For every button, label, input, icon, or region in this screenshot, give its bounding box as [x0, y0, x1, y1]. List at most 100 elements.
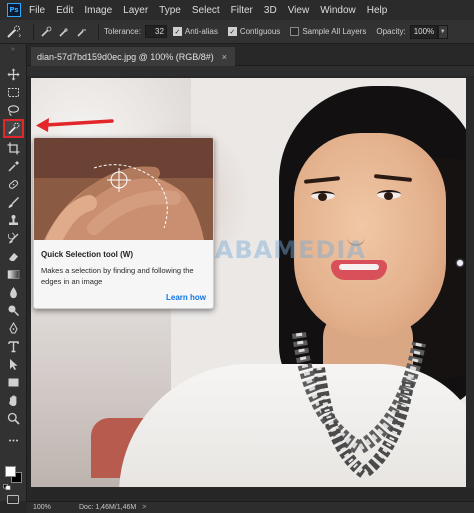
marquee-icon [8, 88, 19, 97]
document-tab-bar: dian-57d7bd159d0ec.jpg @ 100% (RGB/8#) × [27, 44, 474, 66]
pen-tool[interactable] [4, 320, 23, 337]
tooltip-title: Quick Selection tool (W) [41, 250, 134, 259]
opacity-input[interactable]: 100% [409, 24, 438, 39]
menu-3d[interactable]: 3D [264, 5, 277, 16]
zoom-level-field[interactable]: 100% [27, 504, 71, 511]
divider [98, 23, 99, 40]
tooltip-description: Makes a selection by finding and followi… [41, 266, 194, 286]
marquee-tool[interactable] [4, 84, 23, 101]
canvas-top-gutter [27, 66, 474, 76]
document-tab-title: dian-57d7bd159d0ec.jpg @ 100% (RGB/8#) [37, 51, 214, 62]
type-icon [8, 341, 19, 353]
pen-icon [9, 322, 18, 334]
anti-alias-label: Anti-alias [184, 27, 218, 36]
photo-earring [457, 260, 463, 266]
document-tab[interactable]: dian-57d7bd159d0ec.jpg @ 100% (RGB/8#) × [31, 47, 236, 66]
close-icon[interactable]: × [222, 52, 227, 62]
menu-bar: Ps File Edit Image Layer Type Select Fil… [0, 0, 474, 20]
menu-select[interactable]: Select [192, 5, 220, 16]
hand-tool[interactable] [4, 392, 23, 409]
options-bar: Tolerance: 32 ✓ Anti-alias ✓ Contiguous … [0, 20, 474, 44]
eraser-icon [9, 253, 18, 261]
lasso-tool[interactable] [4, 102, 23, 119]
blur-tool[interactable] [4, 284, 23, 301]
opacity-label: Opacity: [376, 27, 406, 36]
status-menu-arrow-icon[interactable]: > [142, 504, 146, 511]
rectangle-icon [8, 378, 19, 387]
opacity-dropdown-icon[interactable]: ▼ [437, 24, 448, 39]
edit-toolbar-tool[interactable] [4, 432, 23, 449]
dodge-icon [8, 305, 20, 317]
gradient-tool[interactable] [4, 266, 23, 283]
panel-collapse-icon[interactable]: » [0, 44, 26, 58]
foreground-color-swatch[interactable] [5, 466, 16, 477]
lasso-icon [7, 105, 20, 116]
menu-type[interactable]: Type [159, 5, 181, 16]
hand-icon [9, 395, 17, 406]
gradient-icon [7, 270, 20, 279]
photoshop-logo-icon: Ps [7, 3, 21, 17]
menu-image[interactable]: Image [84, 5, 112, 16]
tolerance-input[interactable]: 32 [144, 25, 167, 38]
rectangle-tool[interactable] [4, 374, 23, 391]
divider [33, 23, 34, 40]
more-tools-icon [9, 439, 18, 442]
vertical-scrollbar[interactable] [466, 78, 474, 487]
horizontal-scrollbar[interactable] [31, 489, 474, 499]
tool-tooltip-card: Quick Selection tool (W) Makes a selecti… [33, 137, 214, 309]
history-brush-tool[interactable] [4, 230, 23, 247]
menu-layer[interactable]: Layer [123, 5, 148, 16]
healing-brush-icon [8, 180, 19, 189]
tooltip-preview-image [34, 138, 213, 240]
history-brush-icon [7, 232, 19, 244]
document-info: Doc: 1,46M/1,46M [79, 504, 137, 511]
move-tool[interactable] [4, 66, 23, 83]
type-tool[interactable] [4, 338, 23, 355]
eraser-tool[interactable] [4, 248, 23, 265]
contiguous-checkbox[interactable]: ✓ [227, 27, 237, 36]
menu-help[interactable]: Help [367, 5, 388, 16]
clone-stamp-icon [9, 215, 18, 225]
menu-filter[interactable]: Filter [231, 5, 253, 16]
anti-alias-option[interactable]: ✓ Anti-alias [172, 27, 218, 36]
quick-selection-icon [8, 122, 20, 135]
quick-mask-icon[interactable] [7, 495, 19, 504]
default-colors-icon[interactable] [3, 484, 11, 490]
learn-how-link[interactable]: Learn how [166, 293, 206, 302]
sample-all-layers-option[interactable]: Sample All Layers [290, 27, 366, 36]
status-bar: 100% Doc: 1,46M/1,46M > [27, 501, 474, 513]
quick-selection-icon [7, 25, 22, 38]
red-arrow-annotation [36, 118, 114, 132]
photo-teeth [339, 264, 379, 270]
quick-selection-tool[interactable] [3, 119, 24, 138]
crop-icon [7, 142, 20, 155]
hand-preview-illustration [34, 138, 213, 240]
path-selection-tool[interactable] [4, 356, 23, 373]
brush-icon [8, 197, 19, 208]
menu-file[interactable]: File [29, 5, 45, 16]
tools-panel: » [0, 44, 27, 504]
photo-left-eye [311, 191, 335, 201]
sample-all-layers-label: Sample All Layers [302, 27, 367, 36]
tolerance-label: Tolerance: [104, 27, 141, 36]
brush-tool[interactable] [4, 194, 23, 211]
dodge-tool[interactable] [4, 302, 23, 319]
menu-edit[interactable]: Edit [56, 5, 73, 16]
contiguous-option[interactable]: ✓ Contiguous [227, 27, 281, 36]
healing-brush-tool[interactable] [4, 176, 23, 193]
subtract-from-selection-icon[interactable] [75, 25, 89, 39]
contiguous-label: Contiguous [239, 27, 281, 36]
crop-tool[interactable] [4, 140, 23, 157]
new-selection-icon[interactable] [39, 25, 53, 39]
move-icon [7, 68, 20, 81]
clone-stamp-tool[interactable] [4, 212, 23, 229]
add-to-selection-icon[interactable] [57, 25, 71, 39]
zoom-tool[interactable] [4, 410, 23, 427]
sample-all-layers-checkbox[interactable] [290, 27, 300, 36]
anti-alias-checkbox[interactable]: ✓ [172, 27, 182, 36]
eyedropper-tool[interactable] [4, 158, 23, 175]
menu-view[interactable]: View [288, 5, 310, 16]
tool-preset-picker[interactable] [0, 25, 28, 39]
path-selection-icon [10, 359, 18, 370]
menu-window[interactable]: Window [320, 5, 356, 16]
